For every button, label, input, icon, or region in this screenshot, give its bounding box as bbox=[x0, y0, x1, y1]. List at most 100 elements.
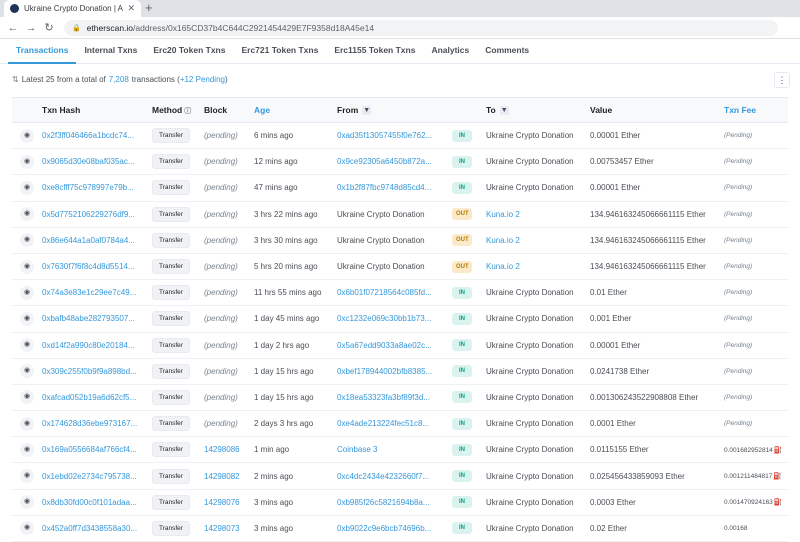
txn-hash-link[interactable]: 0x174628d36ebe973167... bbox=[42, 419, 152, 428]
view-details-eye-icon[interactable]: ◉ bbox=[20, 285, 34, 300]
txn-fee-cell: (Pending) bbox=[724, 368, 788, 375]
view-details-eye-icon[interactable]: ◉ bbox=[20, 469, 34, 484]
browser-tab[interactable]: Ukraine Crypto Donation | Add ✕ bbox=[4, 0, 141, 17]
view-details-eye-icon[interactable]: ◉ bbox=[20, 154, 34, 169]
view-details-eye-icon[interactable]: ◉ bbox=[20, 207, 34, 222]
new-tab-icon[interactable]: + bbox=[145, 1, 153, 15]
view-details-eye-icon[interactable]: ◉ bbox=[20, 180, 34, 195]
table-row: ◉ 0x7630f7f6f8c4d8d5514... Transfer (pendin… bbox=[12, 254, 788, 281]
txn-hash-link[interactable]: 0x7630f7f6f8c4d8d5514... bbox=[42, 262, 152, 271]
tab-erc1155-token-txns[interactable]: Erc1155 Token Txns bbox=[326, 45, 423, 63]
txn-hash-link[interactable]: 0x5d7752106229276df9... bbox=[42, 210, 152, 219]
from-address[interactable]: 0xb985f26c5821694b8a... bbox=[337, 498, 452, 507]
address-tabs: Transactions Internal Txns Erc20 Token T… bbox=[0, 39, 800, 64]
transactions-table: Txn Hash Method ⓘ Block Age From ▼ To ▼ Val… bbox=[12, 97, 788, 542]
txn-hash-link[interactable]: 0x74a3e83e1c29ee7c49... bbox=[42, 288, 152, 297]
to-address: Ukraine Crypto Donation bbox=[486, 471, 574, 481]
txn-hash-link[interactable]: 0x2f3ff046466a1bcdc74... bbox=[42, 131, 152, 140]
txn-hash-link[interactable]: 0x452a0ff7d3438558a30... bbox=[42, 524, 152, 533]
view-details-eye-icon[interactable]: ◉ bbox=[20, 311, 34, 326]
value-cell: 0.00001 Ether bbox=[590, 340, 641, 350]
tab-internal-txns[interactable]: Internal Txns bbox=[76, 45, 145, 63]
block-cell[interactable]: 14298082 bbox=[204, 472, 254, 481]
close-tab-icon[interactable]: ✕ bbox=[127, 3, 135, 14]
view-details-eye-icon[interactable]: ◉ bbox=[20, 259, 34, 274]
from-address[interactable]: 0xad35f13057455f0e762... bbox=[337, 131, 452, 140]
txn-fee-value: 0.001682952814 bbox=[724, 446, 773, 454]
age-cell: 3 hrs 30 mins ago bbox=[254, 235, 318, 245]
from-address[interactable]: 0x1b2f87fbc9748d85cd4... bbox=[337, 183, 452, 192]
view-details-eye-icon[interactable]: ◉ bbox=[20, 495, 34, 510]
txn-hash-link[interactable]: 0xd14f2a990c80e20184... bbox=[42, 341, 152, 350]
tab-erc20-token-txns[interactable]: Erc20 Token Txns bbox=[145, 45, 233, 63]
method-badge: Transfer bbox=[152, 128, 190, 144]
total-transactions-link[interactable]: 7,208 bbox=[109, 75, 129, 84]
txn-fee-cell: (Pending) bbox=[724, 315, 788, 322]
view-details-eye-icon[interactable]: ◉ bbox=[20, 128, 34, 143]
to-address: Ukraine Crypto Donation bbox=[486, 183, 574, 193]
txn-hash-link[interactable]: 0x9065d30e08baf035ac... bbox=[42, 157, 152, 166]
txn-hash-link[interactable]: 0x86e644a1a0af0784a4... bbox=[42, 236, 152, 245]
txn-fee-value: (Pending) bbox=[724, 420, 753, 428]
txn-hash-link[interactable]: 0x309c255f0b9f9a898bd... bbox=[42, 367, 152, 376]
more-options-button[interactable]: ⋮ bbox=[774, 72, 790, 88]
table-row: ◉ 0x5d7752106229276df9... Transfer (pending… bbox=[12, 202, 788, 228]
etherscan-favicon-icon bbox=[10, 4, 19, 13]
pending-transactions-link[interactable]: +12 Pending bbox=[180, 75, 225, 84]
url-field[interactable]: 🔒 etherscan.io/address/0x165CD37b4C644C2… bbox=[64, 19, 778, 36]
table-row: ◉ 0x309c255f0b9f9a898bd... Transfer (pendin… bbox=[12, 359, 788, 385]
tab-erc721-token-txns[interactable]: Erc721 Token Txns bbox=[233, 45, 326, 63]
view-details-eye-icon[interactable]: ◉ bbox=[20, 390, 34, 405]
to-address[interactable]: Kuna.io 2 bbox=[486, 210, 590, 219]
from-address[interactable]: 0xe4ade213224fec51c8... bbox=[337, 419, 452, 428]
transactions-summary: ⇅ Latest 25 from a total of 7,208 transa… bbox=[0, 64, 800, 94]
txn-fee-cell: (Pending) bbox=[724, 342, 788, 349]
txn-hash-link[interactable]: 0xafcad052b19a6d62cf5... bbox=[42, 393, 152, 402]
from-address[interactable]: 0x6b01f07218564c085fd... bbox=[337, 288, 452, 297]
col-txn-fee[interactable]: Txn Fee bbox=[724, 105, 788, 115]
view-details-eye-icon[interactable]: ◉ bbox=[20, 521, 34, 536]
to-address[interactable]: Kuna.io 2 bbox=[486, 262, 590, 271]
block-cell: (pending) bbox=[204, 131, 238, 141]
from-address[interactable]: 0xbef178944002bfb8385... bbox=[337, 367, 452, 376]
view-details-eye-icon[interactable]: ◉ bbox=[20, 416, 34, 431]
view-details-eye-icon[interactable]: ◉ bbox=[20, 442, 34, 457]
forward-arrow-icon[interactable]: → bbox=[22, 22, 40, 34]
tab-analytics[interactable]: Analytics bbox=[423, 45, 477, 63]
txn-hash-link[interactable]: 0x8db30fd00c0f101adaa... bbox=[42, 498, 152, 507]
txn-hash-link[interactable]: 0x1ebd02e2734c795738... bbox=[42, 472, 152, 481]
back-arrow-icon[interactable]: ← bbox=[4, 22, 22, 34]
from-address[interactable]: Coinbase 3 bbox=[337, 445, 452, 454]
direction-badge: OUT bbox=[452, 260, 472, 273]
from-address[interactable]: 0xb9022c9e6bcb74696b... bbox=[337, 524, 452, 533]
txn-fee-cell: 0.00168 bbox=[724, 525, 788, 532]
from-address[interactable]: 0xc1232e069c30bb1b73... bbox=[337, 314, 452, 323]
tab-transactions[interactable]: Transactions bbox=[8, 45, 77, 64]
from-address[interactable]: 0x18ea53323fa3bf89f3d... bbox=[337, 393, 452, 402]
info-icon[interactable]: ⓘ bbox=[184, 108, 191, 115]
txn-hash-link[interactable]: 0xbafb48abe282793507... bbox=[42, 314, 152, 323]
view-details-eye-icon[interactable]: ◉ bbox=[20, 233, 34, 248]
txn-hash-link[interactable]: 0xe8cfff75c978997e79b... bbox=[42, 183, 152, 192]
value-cell: 0.025456433859093 Ether bbox=[590, 471, 685, 481]
from-address: Ukraine Crypto Donation bbox=[337, 235, 425, 245]
filter-to-icon[interactable]: ▼ bbox=[499, 106, 509, 116]
block-cell[interactable]: 14298086 bbox=[204, 445, 254, 454]
view-details-eye-icon[interactable]: ◉ bbox=[20, 338, 34, 353]
from-address[interactable]: 0x9ce92305a6450b872a... bbox=[337, 157, 452, 166]
tab-comments[interactable]: Comments bbox=[477, 45, 537, 63]
to-address: Ukraine Crypto Donation bbox=[486, 288, 574, 298]
txn-hash-link[interactable]: 0x169a0556684af766cf4... bbox=[42, 445, 152, 454]
col-age[interactable]: Age bbox=[254, 105, 337, 115]
reload-icon[interactable]: ↻ bbox=[40, 21, 58, 34]
col-txn-hash: Txn Hash bbox=[42, 105, 81, 115]
view-details-eye-icon[interactable]: ◉ bbox=[20, 364, 34, 379]
from-address[interactable]: 0xc4dc2434e4232660f7... bbox=[337, 472, 452, 481]
value-cell: 0.00001 Ether bbox=[590, 183, 641, 193]
block-cell[interactable]: 14298073 bbox=[204, 524, 254, 533]
block-cell[interactable]: 14298076 bbox=[204, 498, 254, 507]
from-address[interactable]: 0x5a67edd9033a8ae02c... bbox=[337, 341, 452, 350]
from-address: Ukraine Crypto Donation bbox=[337, 209, 425, 219]
filter-from-icon[interactable]: ▼ bbox=[362, 106, 372, 116]
to-address[interactable]: Kuna.io 2 bbox=[486, 236, 590, 245]
